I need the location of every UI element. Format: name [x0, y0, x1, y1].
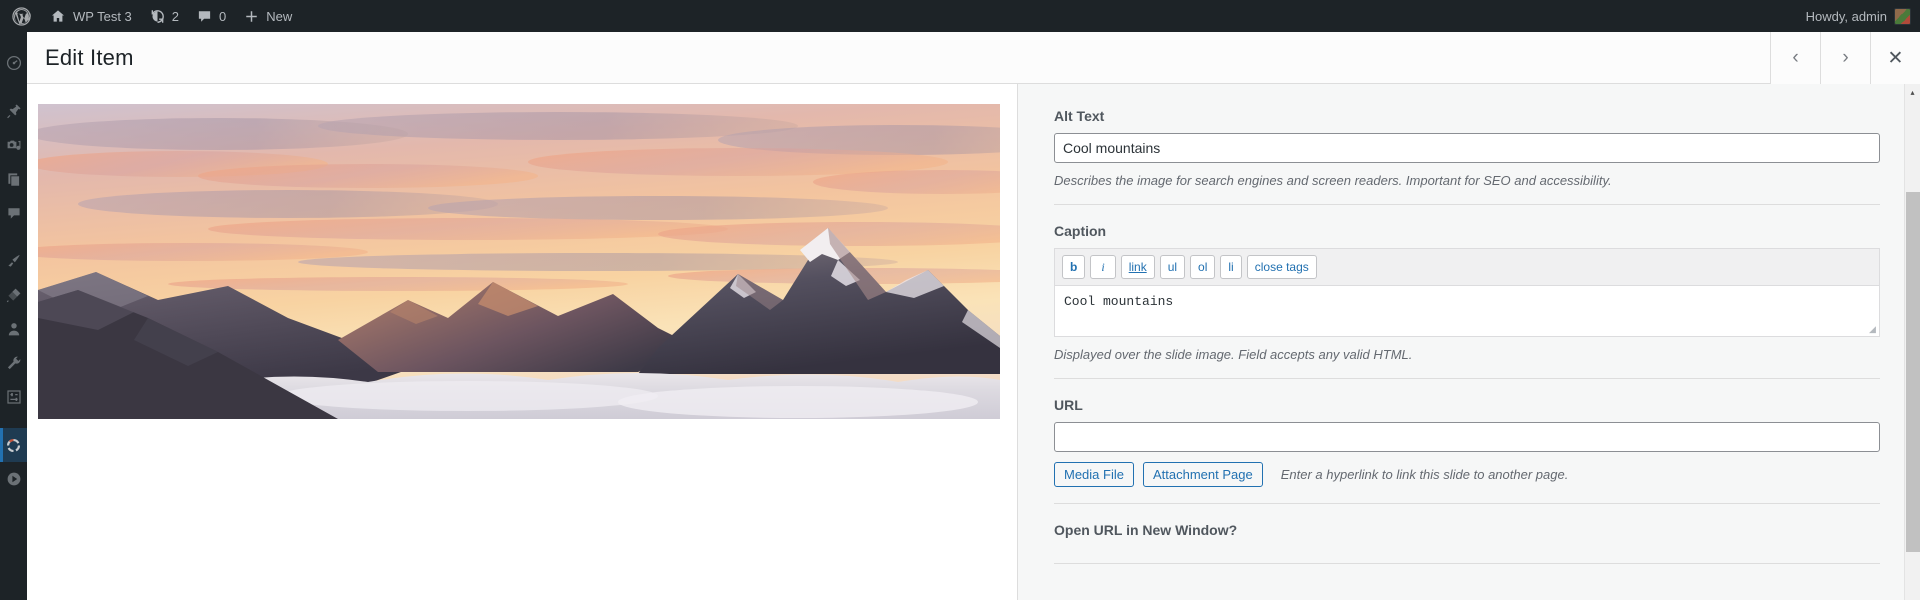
quicktag-ol-button[interactable]: ol — [1190, 255, 1216, 279]
alt-text-label: Alt Text — [1054, 108, 1105, 124]
url-help: Enter a hyperlink to link this slide to … — [1280, 467, 1569, 482]
play-circle-icon — [6, 471, 22, 487]
quicktag-link-button[interactable]: link — [1120, 255, 1155, 279]
slider-ring-icon — [5, 437, 22, 454]
sidebar-item-dashboard[interactable] — [0, 46, 27, 80]
howdy-label: Howdy, admin — [1805, 8, 1887, 24]
comments-button[interactable]: 0 — [188, 0, 235, 32]
pushpin-icon — [6, 103, 22, 119]
sidebar-item-comments[interactable] — [0, 196, 27, 230]
close-modal-button[interactable]: ✕ — [1870, 32, 1920, 84]
chevron-left-icon: ‹ — [1792, 47, 1799, 68]
edit-item-modal: Edit Item ‹ › ✕ Alt Text Cool mountains … — [27, 32, 1920, 600]
admin-sidebar-menu — [0, 32, 27, 600]
site-name-button[interactable]: WP Test 3 — [41, 0, 141, 32]
media-file-button[interactable]: Media File — [1054, 462, 1134, 487]
sidebar-divider-3 — [0, 414, 27, 428]
caption-textarea-wrap: ◢ — [1054, 285, 1880, 337]
site-name-label: WP Test 3 — [73, 8, 132, 24]
pages-icon — [6, 171, 22, 187]
new-content-button[interactable]: New — [235, 0, 301, 32]
modal-header-buttons: ‹ › ✕ — [1770, 32, 1920, 84]
updates-count: 2 — [171, 8, 180, 24]
my-account-button[interactable]: Howdy, admin — [1797, 0, 1920, 32]
sidebar-divider-1 — [0, 80, 27, 94]
caption-textarea[interactable] — [1054, 285, 1880, 337]
comments-count: 0 — [219, 8, 227, 24]
alt-text-field-group: Alt Text Describes the image for search … — [1054, 108, 1880, 205]
next-item-button[interactable]: › — [1820, 32, 1870, 84]
sidebar-item-media-player[interactable] — [0, 462, 27, 496]
admin-bar: WP Test 3 2 0 New Howdy, admin — [0, 0, 1920, 32]
quicktag-bold-button[interactable]: b — [1062, 255, 1086, 279]
url-label: URL — [1054, 397, 1083, 413]
media-preview-pane — [27, 84, 1017, 600]
sidebar-item-tools[interactable] — [0, 346, 27, 380]
paintbrush-icon — [6, 253, 22, 269]
new-window-field-group: Open URL in New Window? — [1054, 522, 1880, 564]
modal-body: Alt Text Describes the image for search … — [27, 84, 1920, 600]
wrench-icon — [6, 355, 22, 371]
new-window-label: Open URL in New Window? — [1054, 522, 1238, 538]
caption-label: Caption — [1054, 223, 1107, 239]
sidebar-item-slider[interactable] — [0, 428, 27, 462]
url-field-group: URL Media File Attachment Page Enter a h… — [1054, 397, 1880, 504]
new-content-label: New — [266, 8, 293, 24]
dashboard-gauge-icon — [6, 55, 22, 71]
settings-scrollbar[interactable]: ▴ — [1904, 84, 1920, 600]
settings-sliders-icon — [6, 389, 22, 405]
previous-item-button[interactable]: ‹ — [1770, 32, 1820, 84]
resize-grip-icon[interactable]: ◢ — [1869, 325, 1878, 334]
wordpress-logo-button[interactable] — [0, 0, 41, 32]
camera-media-icon — [6, 137, 22, 153]
caption-field-group: Caption b i link ul ol li close tags ◢ D… — [1054, 223, 1880, 379]
quicktag-italic-button[interactable]: i — [1090, 255, 1116, 279]
sidebar-item-posts[interactable] — [0, 94, 27, 128]
updates-icon — [150, 9, 165, 24]
quicktags-toolbar: b i link ul ol li close tags — [1054, 248, 1880, 285]
url-input[interactable] — [1054, 422, 1880, 452]
attachment-details-pane: Alt Text Describes the image for search … — [1017, 84, 1920, 600]
wordpress-logo-icon — [12, 6, 31, 26]
comment-bubble-icon — [6, 205, 22, 221]
quicktag-ul-button[interactable]: ul — [1159, 255, 1186, 279]
sidebar-item-users[interactable] — [0, 312, 27, 346]
comment-bubble-icon — [197, 9, 212, 24]
alt-text-help: Describes the image for search engines a… — [1054, 173, 1612, 188]
page-title: Edit Item — [45, 44, 134, 70]
url-buttons-row: Media File Attachment Page Enter a hyper… — [1054, 462, 1880, 487]
scrollbar-up-arrow-icon[interactable]: ▴ — [1905, 84, 1920, 100]
updates-button[interactable]: 2 — [141, 0, 188, 32]
avatar — [1894, 7, 1911, 25]
alt-text-input[interactable] — [1054, 133, 1880, 163]
sidebar-item-media[interactable] — [0, 128, 27, 162]
quicktag-close-tags-button[interactable]: close tags — [1246, 255, 1317, 279]
sidebar-item-settings[interactable] — [0, 380, 27, 414]
slide-image — [38, 104, 1000, 419]
sidebar-top-spacer — [0, 32, 27, 46]
user-icon — [6, 321, 22, 337]
sidebar-item-plugins[interactable] — [0, 278, 27, 312]
modal-header: Edit Item ‹ › ✕ — [27, 32, 1920, 84]
plug-icon — [6, 287, 22, 303]
home-icon — [50, 8, 66, 24]
sidebar-item-appearance[interactable] — [0, 244, 27, 278]
sidebar-divider-2 — [0, 230, 27, 244]
close-x-icon: ✕ — [1887, 47, 1904, 69]
chevron-right-icon: › — [1842, 47, 1849, 68]
plus-icon — [244, 9, 259, 24]
quicktag-li-button[interactable]: li — [1220, 255, 1242, 279]
sidebar-item-pages[interactable] — [0, 162, 27, 196]
attachment-page-button[interactable]: Attachment Page — [1142, 462, 1263, 487]
scrollbar-thumb[interactable] — [1906, 192, 1920, 552]
caption-help: Displayed over the slide image. Field ac… — [1054, 347, 1413, 362]
